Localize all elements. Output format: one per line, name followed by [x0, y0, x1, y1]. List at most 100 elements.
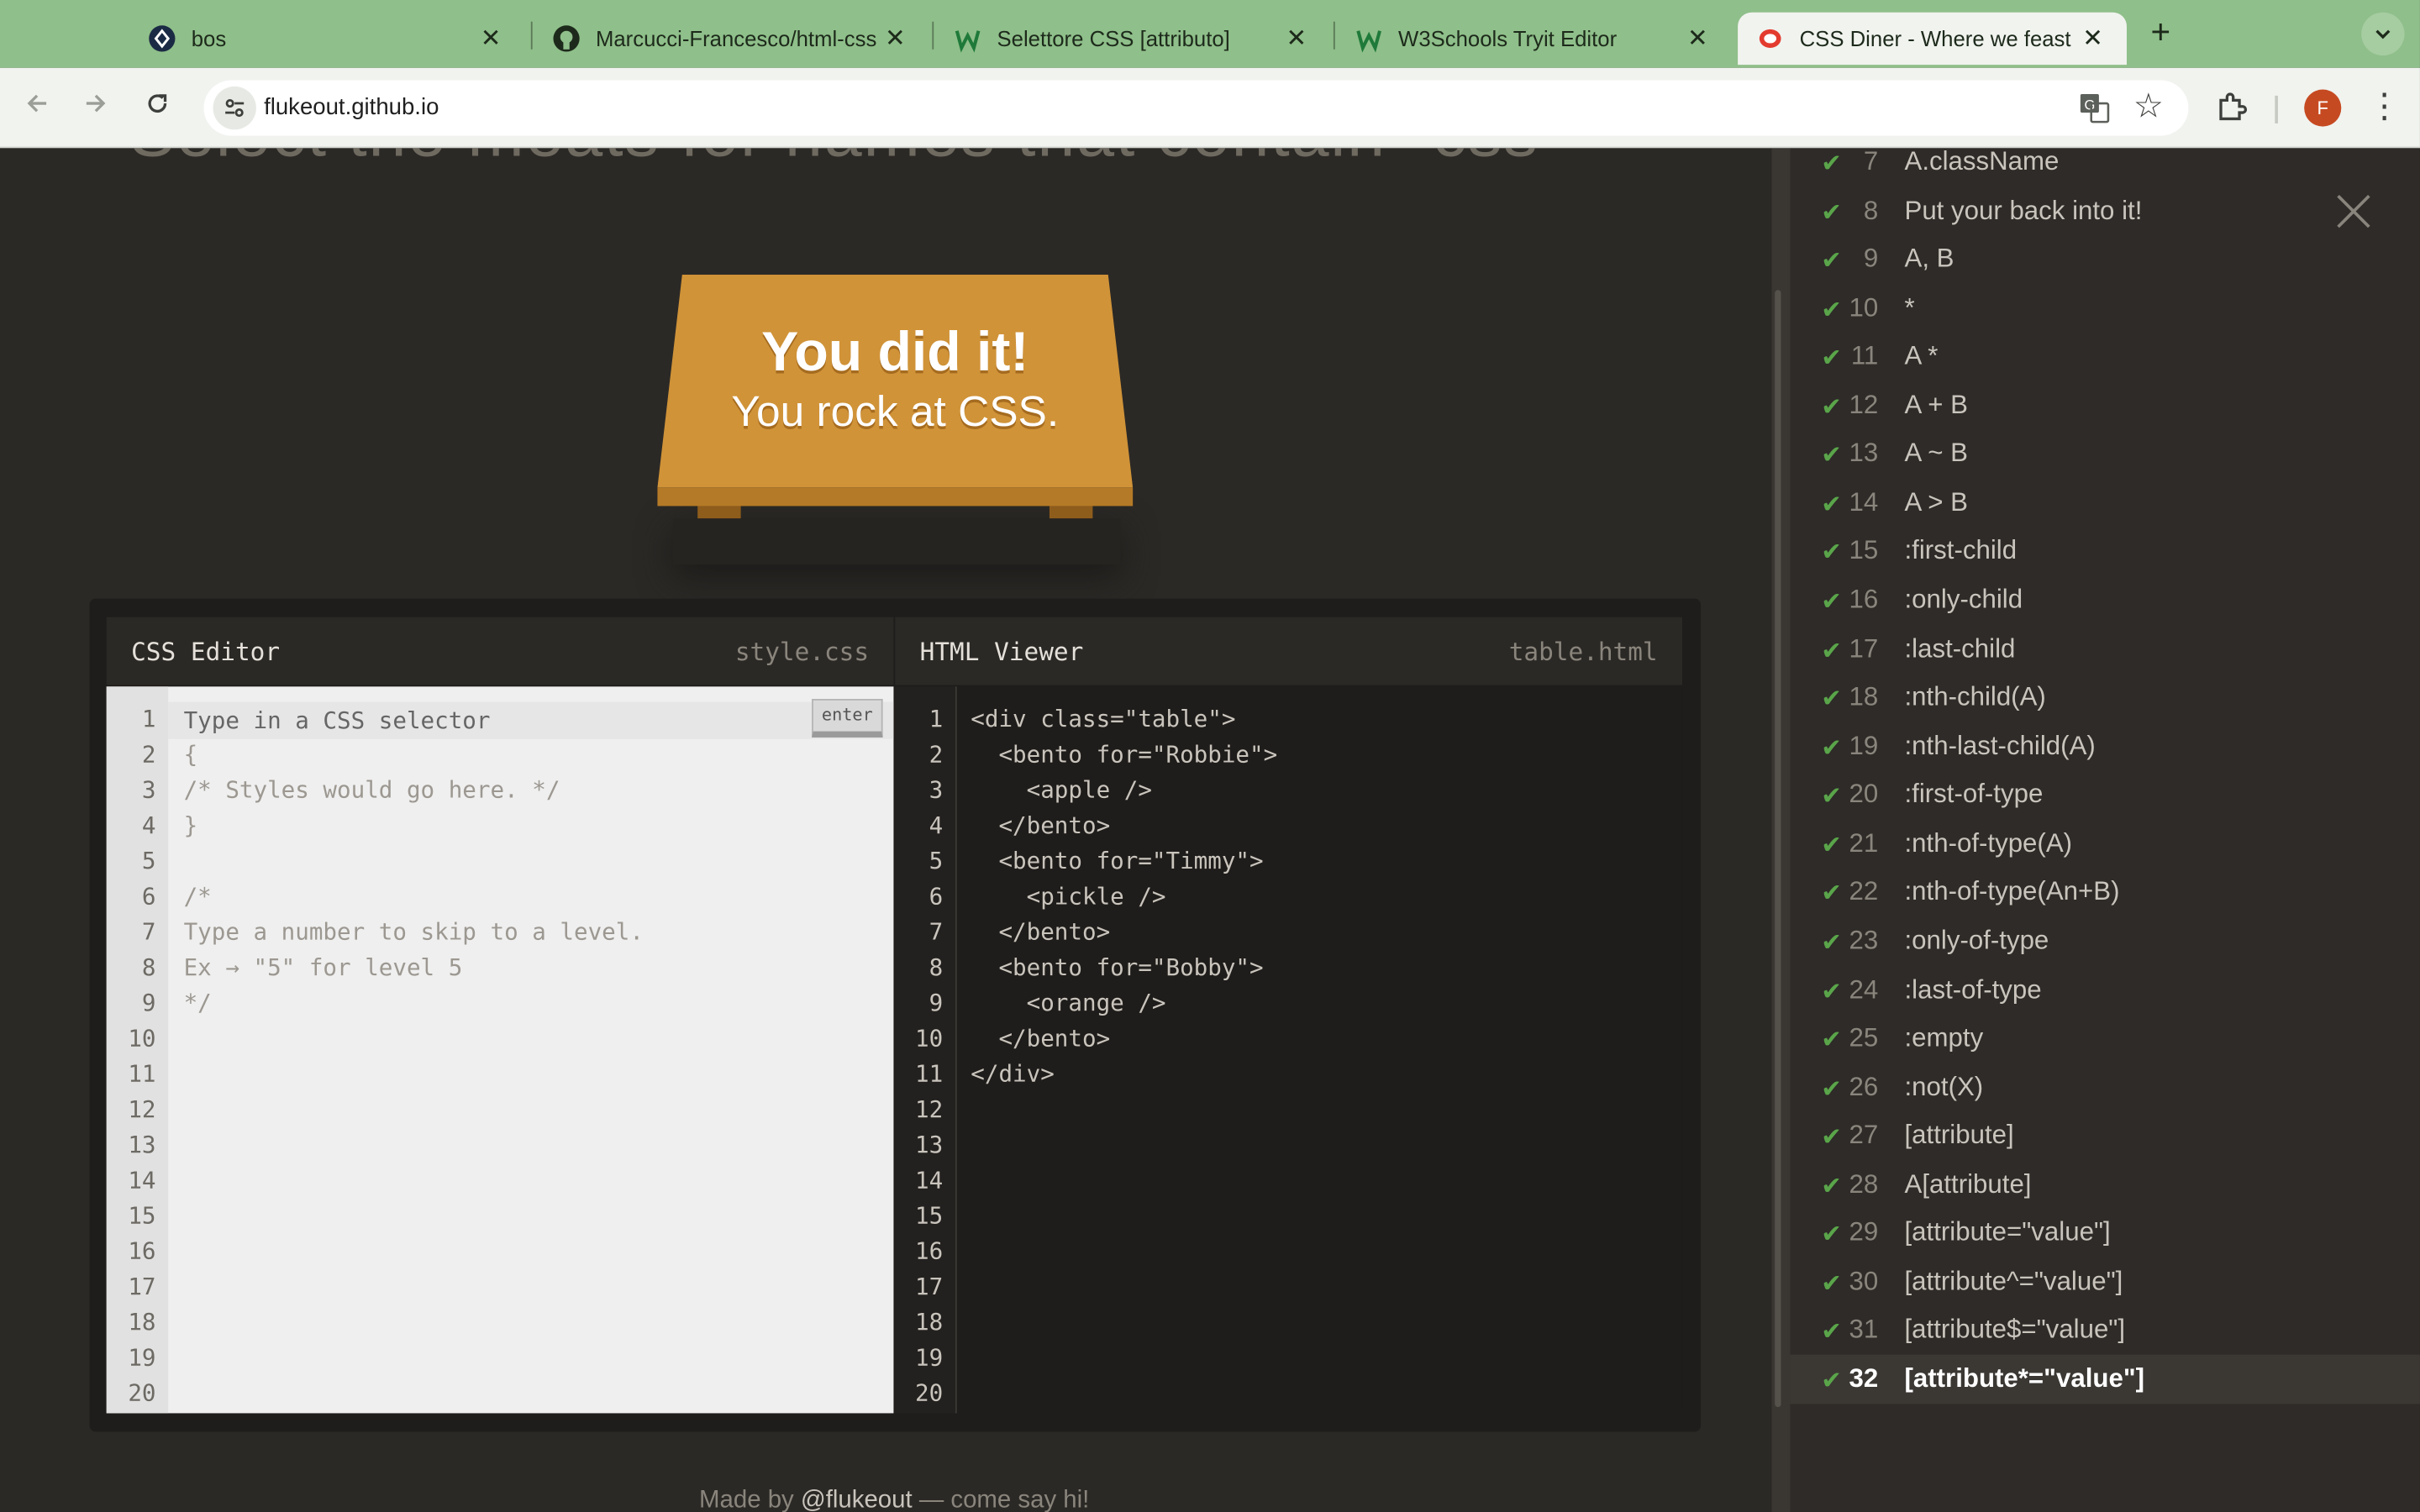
level-name: A[attribute]	[1904, 1168, 2032, 1199]
html-viewer-header: HTML Viewer table.html	[895, 617, 1683, 685]
line-number: 15	[915, 1201, 944, 1230]
level-item[interactable]: ✔ 14 A > B	[1791, 478, 2420, 528]
level-item[interactable]: ✔ 29 [attribute="value"]	[1791, 1209, 2420, 1258]
level-item[interactable]: ✔ 22:nth-of-type(An+B)	[1791, 868, 2420, 917]
level-name: :nth-of-type(An+B)	[1904, 876, 2120, 906]
checkmark-icon: ✔	[1821, 491, 1842, 518]
level-number: 32	[1849, 1363, 1879, 1394]
checkmark-icon: ✔	[1821, 1320, 1842, 1347]
level-item[interactable]: ✔ 17:last-child	[1791, 624, 2420, 674]
level-item[interactable]: ✔ 21:nth-of-type(A)	[1791, 819, 2420, 869]
w3schools-icon	[954, 24, 981, 53]
level-number: 13	[1849, 438, 1879, 469]
level-item[interactable]: ✔ 30 [attribute^="value"]	[1791, 1257, 2420, 1307]
level-item[interactable]: ✔ 16:only-child	[1791, 575, 2420, 625]
level-number: 23	[1849, 925, 1879, 955]
level-name: A > B	[1904, 487, 1969, 517]
level-name: A ~ B	[1904, 438, 1969, 469]
bookmark-star-icon[interactable]: ☆	[2133, 87, 2164, 127]
site-info-button[interactable]	[213, 86, 256, 130]
css-selector-input[interactable]	[168, 701, 894, 739]
line-number: 16	[128, 1237, 156, 1266]
level-name: :first-of-type	[1904, 780, 2044, 809]
table-edge	[657, 487, 1134, 507]
level-item[interactable]: ✔ 25:empty	[1791, 1014, 2420, 1063]
css-editor-pane: 1234567891011121314151617181920 enter {/…	[106, 686, 894, 1414]
reload-button[interactable]	[137, 88, 177, 129]
level-item[interactable]: ✔ 9 A, B	[1791, 234, 2420, 284]
bos-diamond-icon	[148, 24, 176, 52]
tab-separator	[530, 21, 533, 50]
tab-strip: bos ✕ Marcucci-Francesco/html-css ✕ Sele…	[0, 0, 2420, 68]
close-icon[interactable]	[2330, 188, 2376, 234]
level-item[interactable]: ✔ 19:nth-last-child(A)	[1791, 722, 2420, 771]
level-item[interactable]: ✔ 13 A ~ B	[1791, 429, 2420, 479]
tab-css-diner[interactable]: CSS Diner - Where we feast on ✕	[1738, 12, 2127, 66]
level-name: [attribute*="value"]	[1904, 1363, 2145, 1394]
level-item[interactable]: ✔ 7 A.className	[1791, 148, 2420, 186]
author-link[interactable]: @flukeout	[801, 1488, 913, 1512]
sidebar-scrollbar[interactable]	[1775, 290, 1781, 1408]
line-number: 6	[141, 882, 156, 911]
level-number: 21	[1849, 827, 1879, 858]
extensions-puzzle-icon[interactable]	[2213, 90, 2250, 127]
level-number: 20	[1849, 780, 1879, 809]
level-number: 26	[1849, 1071, 1879, 1101]
profile-avatar[interactable]: F	[2304, 89, 2342, 127]
level-number: 7	[1863, 148, 1879, 176]
back-button[interactable]	[17, 88, 57, 129]
level-item[interactable]: ✔ 26:not(X)	[1791, 1063, 2420, 1112]
close-tab-icon[interactable]: ✕	[2077, 24, 2108, 55]
html-line-numbers: 1 2 3 4 5 6 7 8 9 10 11 12 13 14 15 16 17 18 19 20	[895, 686, 957, 1414]
line-number: 7	[141, 917, 156, 946]
level-item[interactable]: ✔ 15:first-child	[1791, 527, 2420, 576]
level-item[interactable]: ✔ 23:only-of-type	[1791, 916, 2420, 966]
tune-icon	[225, 99, 245, 118]
table-leg	[1049, 506, 1093, 519]
level-name: *	[1904, 292, 1915, 323]
level-item[interactable]: ✔ 27 [attribute]	[1791, 1111, 2420, 1161]
kebab-menu-icon[interactable]: ⋮	[2367, 87, 2401, 129]
checkmark-icon: ✔	[1821, 832, 1842, 859]
level-item[interactable]: ✔ 18:nth-child(A)	[1791, 673, 2420, 722]
css-line-numbers: 1 2 3 4 5 6 7 8 9 10 11 12 13 14 15 16 17 18 19 20	[106, 686, 169, 1414]
level-item[interactable]: ✔ 11 A *	[1791, 332, 2420, 381]
tab-w3schools[interactable]: W3Schools Tryit Editor ✕	[1337, 13, 1732, 65]
translate-icon[interactable]: G	[2077, 91, 2111, 124]
level-name: :last-child	[1904, 633, 2016, 664]
level-item[interactable]: ✔ 12 A + B	[1791, 381, 2420, 430]
tab-search-button[interactable]	[2361, 12, 2405, 56]
close-tab-icon[interactable]: ✕	[1682, 24, 1713, 55]
level-name: :first-child	[1904, 536, 2018, 566]
level-item[interactable]: ✔ 31 [attribute$="value"]	[1791, 1306, 2420, 1356]
line-number: 1	[141, 705, 156, 733]
level-item[interactable]: ✔ 8 Put your back into it!	[1791, 186, 2420, 235]
url-text[interactable]: flukeout.github.io	[264, 94, 439, 120]
line-number: 3	[141, 775, 156, 804]
level-number: 31	[1849, 1315, 1879, 1345]
tab-selettore[interactable]: Selettore CSS [attributo] ✕	[935, 13, 1330, 65]
enter-button[interactable]: enter	[812, 699, 883, 738]
checkmark-icon: ✔	[1821, 1125, 1842, 1152]
close-tab-icon[interactable]: ✕	[1281, 24, 1312, 55]
line-number: 16	[915, 1237, 944, 1266]
tab-github[interactable]: Marcucci-Francesco/html-css ✕	[534, 13, 929, 65]
level-item[interactable]: ✔ 10 *	[1791, 283, 2420, 333]
forward-button[interactable]	[76, 88, 116, 129]
code-line: <apple />	[971, 775, 1152, 804]
new-tab-button[interactable]: +	[2142, 14, 2179, 52]
tab-bos[interactable]: bos ✕	[129, 13, 524, 65]
level-item[interactable]: ✔ 20:first-of-type	[1791, 770, 2420, 820]
level-number: 8	[1863, 195, 1879, 225]
level-item[interactable]: ✔ 32 [attribute*="value"]	[1790, 1354, 2420, 1404]
close-tab-icon[interactable]: ✕	[476, 24, 507, 55]
address-bar[interactable]: flukeout.github.io G ☆	[203, 80, 2189, 136]
level-name: :nth-child(A)	[1904, 682, 2046, 712]
level-item[interactable]: ✔ 24:last-of-type	[1791, 965, 2420, 1015]
level-number: 24	[1849, 974, 1879, 1004]
forward-arrow-icon	[86, 94, 106, 113]
code-line: <bento for="Bobby">	[971, 953, 1264, 982]
tab-title: CSS Diner - Where we feast on	[1799, 26, 2078, 51]
close-tab-icon[interactable]: ✕	[880, 24, 911, 55]
level-item[interactable]: ✔ 28 A[attribute]	[1791, 1160, 2420, 1210]
